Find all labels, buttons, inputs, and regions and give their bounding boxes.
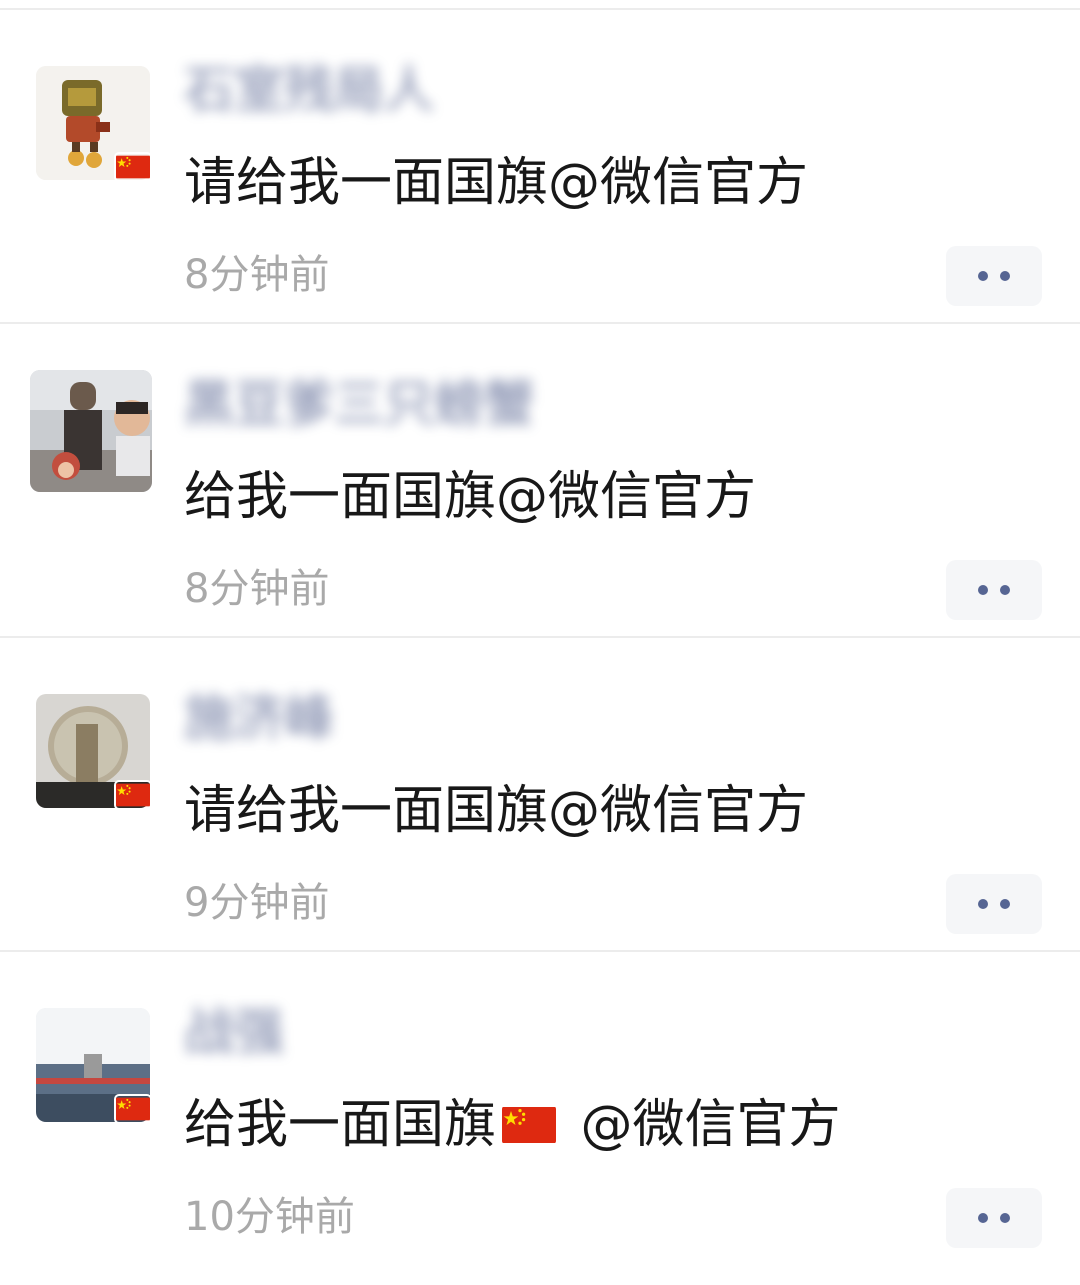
comment-item: 施济峰 请给我一面国旗@微信官方 9分钟前 (0, 638, 1080, 952)
comment-text: 请给我一面国旗@微信官方 (184, 781, 809, 841)
comment-item: 战强 给我一面国旗 @微信官方 10分钟前 (0, 952, 1080, 1266)
comment-item: 黑豆爹三只螃蟹 给我一面国旗@微信官方 8分钟前 (0, 324, 1080, 638)
family-photo-avatar-icon (30, 370, 152, 492)
more-dot (1000, 1213, 1010, 1223)
more-button[interactable] (946, 560, 1042, 620)
comment-text: 请给我一面国旗@微信官方 (184, 153, 809, 213)
flag-badge-icon (116, 782, 150, 808)
timestamp: 8分钟前 (184, 252, 330, 298)
more-dots-icon (978, 271, 988, 281)
more-dots-icon (978, 899, 988, 909)
more-button[interactable] (946, 1188, 1042, 1248)
comment-feed: 石室残局人 请给我一面国旗@微信官方 8分钟前 黑豆爹三只螃蟹 给我一面国旗@微… (0, 0, 1080, 1285)
avatar[interactable] (30, 370, 152, 492)
timestamp: 8分钟前 (184, 566, 330, 612)
more-dot (1000, 899, 1010, 909)
username[interactable]: 战强 (184, 1000, 284, 1064)
comment-text: 给我一面国旗 @微信官方 (184, 1095, 841, 1155)
flag-badge-icon (116, 154, 150, 180)
timestamp: 9分钟前 (184, 880, 330, 926)
china-flag-icon (502, 1106, 557, 1144)
more-button[interactable] (946, 246, 1042, 306)
timestamp: 10分钟前 (184, 1194, 355, 1240)
comment-item: 石室残局人 请给我一面国旗@微信官方 8分钟前 (0, 10, 1080, 324)
more-dot (1000, 271, 1010, 281)
flag-badge-icon (116, 1096, 150, 1122)
comment-text: 给我一面国旗@微信官方 (184, 467, 757, 527)
more-dot (1000, 585, 1010, 595)
more-dots-icon (978, 1213, 988, 1223)
username[interactable]: 施济峰 (184, 686, 334, 750)
username[interactable]: 黑豆爹三只螃蟹 (184, 372, 534, 436)
username[interactable]: 石室残局人 (184, 58, 434, 122)
more-dots-icon (978, 585, 988, 595)
more-button[interactable] (946, 874, 1042, 934)
